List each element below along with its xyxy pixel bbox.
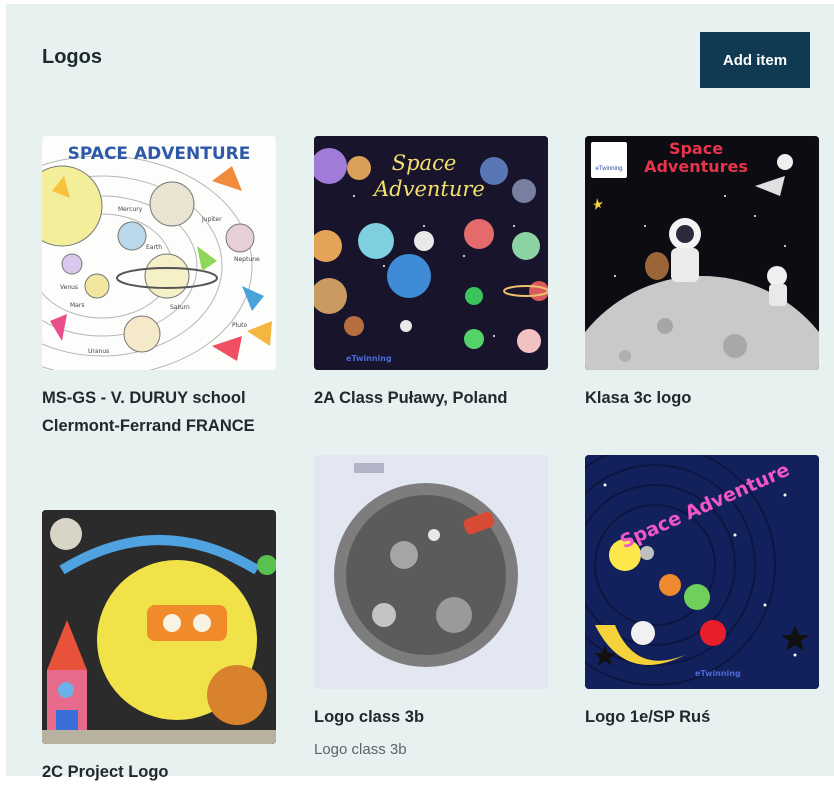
image-planet-label: Neptune [234, 256, 260, 263]
item-title[interactable]: Logo class 3b [314, 703, 548, 731]
image-etwinning: eTwinning [695, 669, 741, 678]
image-planet-label: Jupiter [202, 216, 222, 223]
item-title[interactable]: 2A Class Puławy, Poland [314, 384, 548, 412]
logo-image[interactable]: Space Adventure eTwinning [585, 455, 819, 689]
logo-image[interactable]: Space Adventure eTwinning [314, 136, 548, 370]
etwinning-badge-text: eTwinning [595, 166, 623, 172]
image-title: Space Adventure [374, 151, 485, 201]
page-title: Logos [42, 46, 102, 68]
image-planet-label: Earth [146, 244, 163, 251]
logo-image[interactable] [314, 455, 548, 689]
logo-image[interactable]: SPACE ADVENTURE Mercury Jupiter Earth Ne… [42, 136, 276, 370]
image-planet-label: Uranus [88, 348, 110, 355]
image-planet-label: Venus [60, 284, 79, 291]
item-description: Logo class 3b [314, 741, 407, 758]
image-title: SPACE ADVENTURE [67, 144, 251, 164]
logo-image[interactable] [42, 510, 276, 744]
logos-panel: Logos Add item SPACE ADVENTURE Mercury J… [6, 4, 834, 781]
image-title: Space Adventures [644, 139, 748, 176]
image-planet-label: Mars [70, 302, 85, 309]
image-planet-label: Pluto [232, 322, 248, 329]
logo-card[interactable]: Space Adventure eTwinning Logo 1e/SP Ruś [585, 455, 819, 731]
logo-card[interactable]: SPACE ADVENTURE Mercury Jupiter Earth Ne… [42, 136, 276, 440]
logo-card[interactable]: eTwinning Space Adventures Klasa 3c logo [585, 136, 819, 412]
logo-card[interactable]: 2C Project Logo [42, 510, 276, 786]
image-etwinning: eTwinning [346, 354, 392, 363]
etwinning-badge: eTwinning [591, 142, 627, 178]
item-title[interactable]: 2C Project Logo [42, 758, 276, 786]
logo-card[interactable]: Logo class 3b Logo class 3b [314, 455, 548, 758]
logo-card[interactable]: Space Adventure eTwinning 2A Class Puław… [314, 136, 548, 412]
logo-image[interactable]: eTwinning Space Adventures [585, 136, 819, 370]
image-planet-label: Mercury [118, 206, 143, 213]
image-planet-label: Saturn [170, 304, 190, 311]
item-title[interactable]: Klasa 3c logo [585, 384, 819, 412]
item-title[interactable]: Logo 1e/SP Ruś [585, 703, 819, 731]
item-title[interactable]: MS-GS - V. DURUY school Clermont-Ferrand… [42, 384, 276, 440]
add-item-button[interactable]: Add item [700, 32, 810, 88]
